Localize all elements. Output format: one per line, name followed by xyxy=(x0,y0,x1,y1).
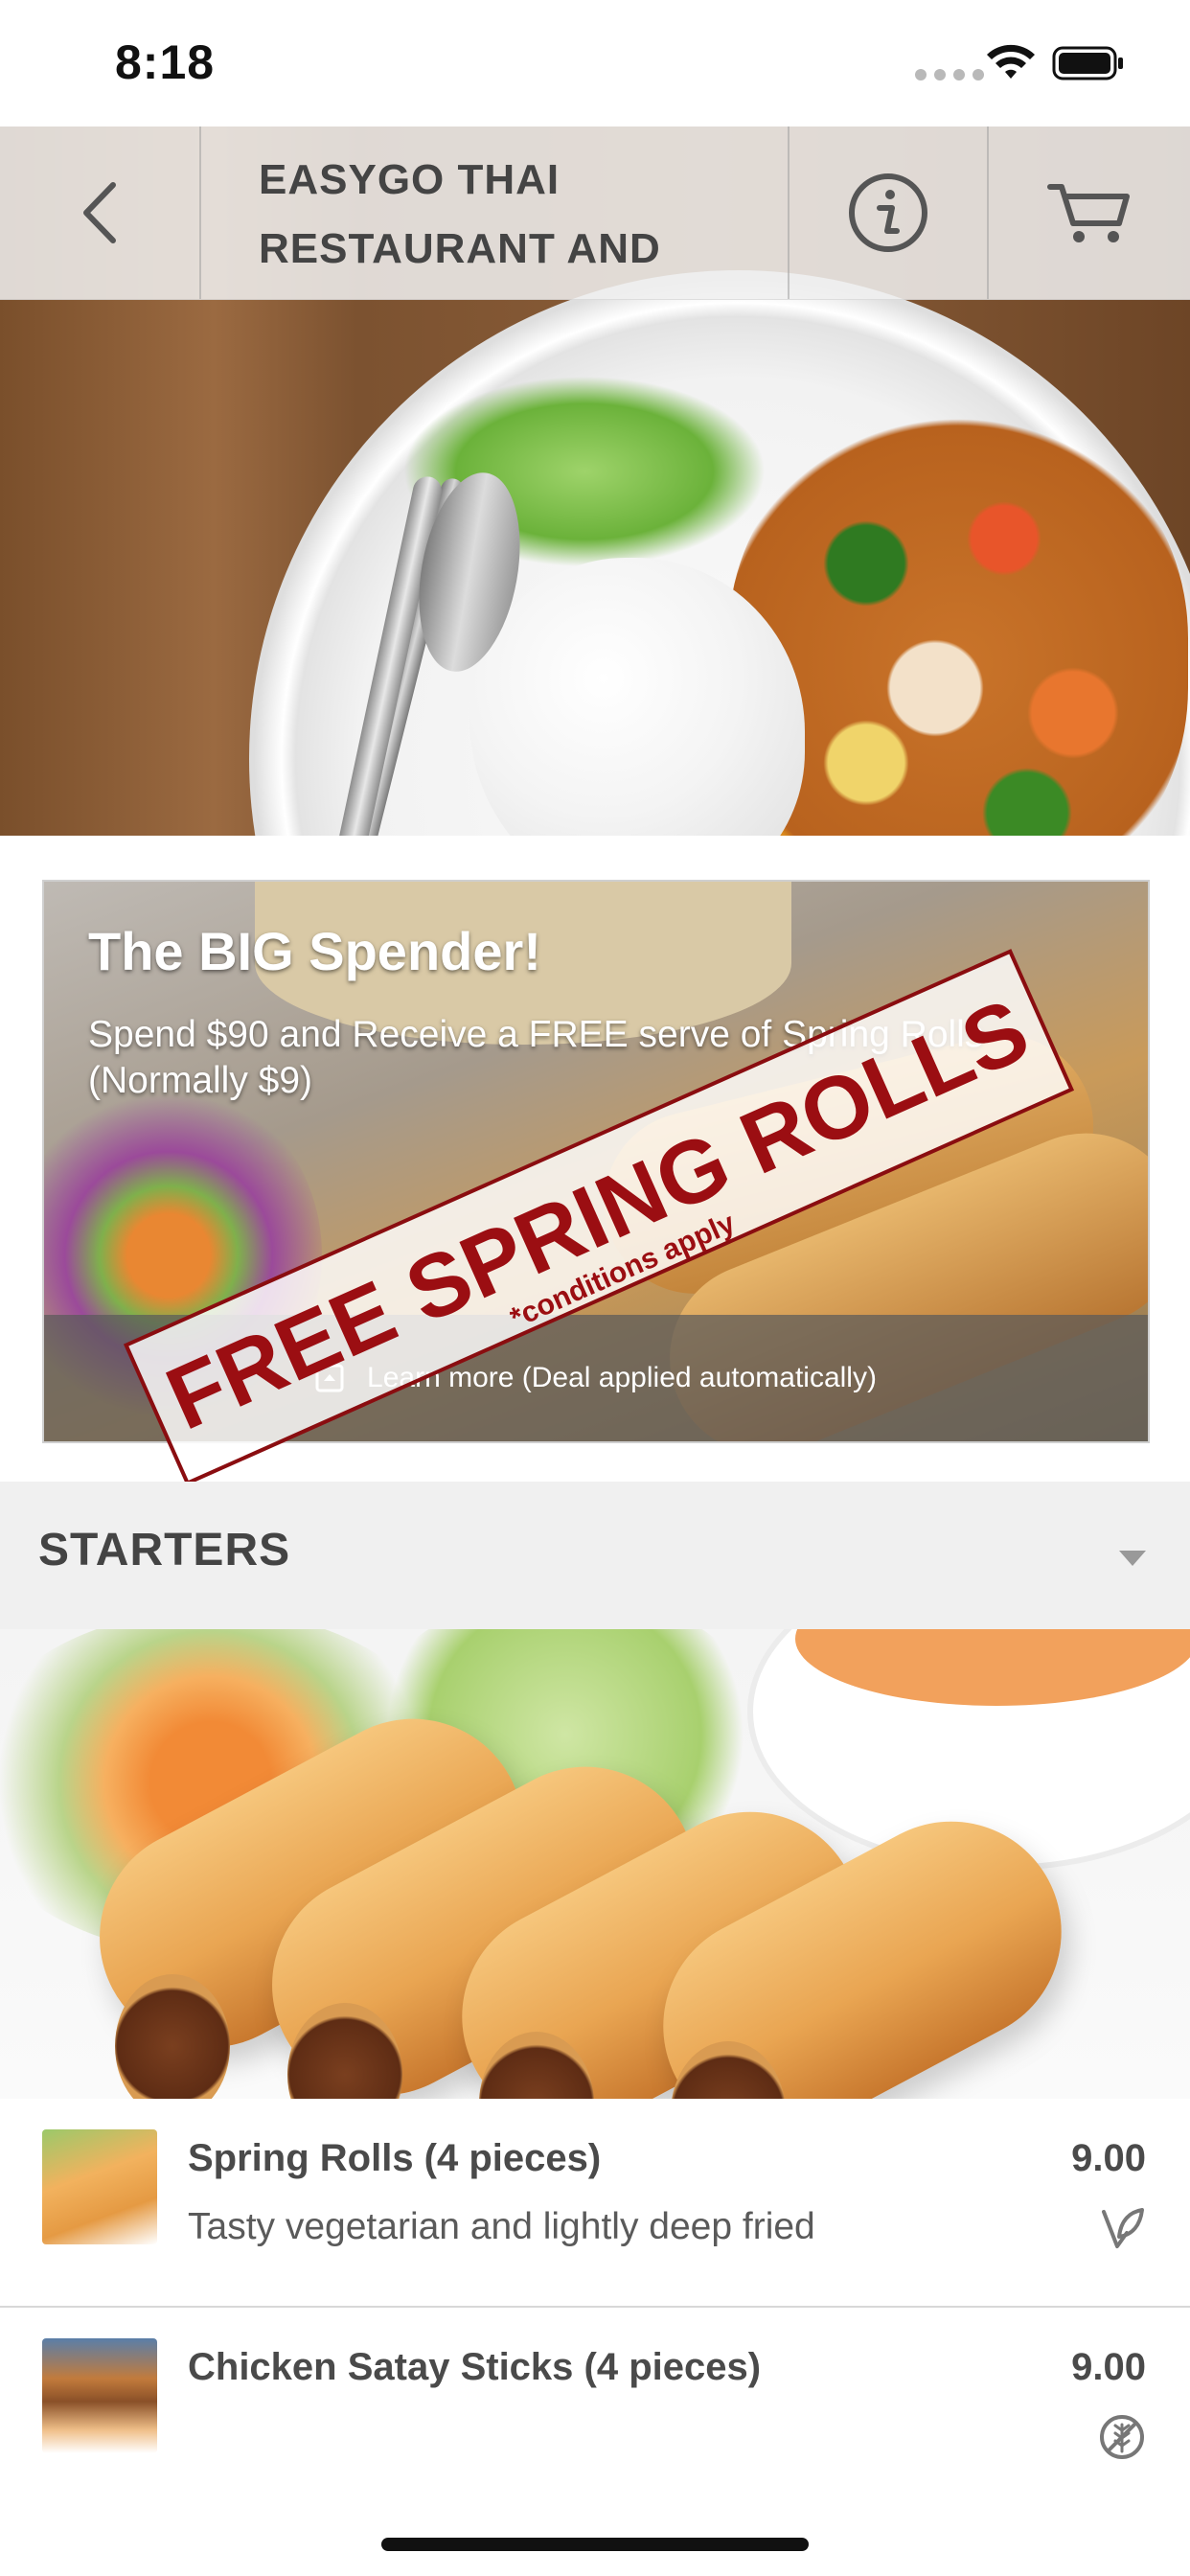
navigation-bar: EASYGO THAI RESTAURANT AND xyxy=(0,126,1190,300)
free-spring-rolls-stamp: FREE SPRING ROLLS *conditions apply xyxy=(123,949,1075,1486)
status-bar: 8:18 xyxy=(0,0,1190,126)
item-thumbnail xyxy=(42,2338,157,2453)
chevron-left-icon xyxy=(83,182,116,243)
menu-item[interactable]: Spring Rolls (4 pieces) Tasty vegetarian… xyxy=(0,2099,1190,2306)
nav-divider xyxy=(199,126,201,299)
item-description: Tasty vegetarian and lightly deep fried xyxy=(188,2206,815,2247)
home-indicator[interactable] xyxy=(381,2538,809,2551)
battery-icon xyxy=(1052,46,1123,80)
item-name: Chicken Satay Sticks (4 pieces) xyxy=(188,2346,762,2388)
item-thumbnail xyxy=(42,2129,157,2244)
restaurant-title-line1: EASYGO THAI xyxy=(259,156,561,203)
item-price: 9.00 xyxy=(1071,2137,1146,2179)
cart-icon xyxy=(1047,184,1130,242)
status-time: 8:18 xyxy=(115,35,216,89)
section-title: STARTERS xyxy=(38,1525,291,1576)
chevron-down-icon xyxy=(1119,1551,1146,1566)
cart-button[interactable] xyxy=(989,126,1190,299)
promo-title: The BIG Spender! xyxy=(88,921,541,981)
back-button[interactable] xyxy=(0,126,199,299)
vegetarian-leaf-icon xyxy=(1102,2208,1144,2248)
info-button[interactable] xyxy=(790,126,987,299)
info-icon xyxy=(849,173,927,252)
item-price: 9.00 xyxy=(1071,2346,1146,2388)
item-name: Spring Rolls (4 pieces) xyxy=(188,2137,602,2179)
starters-image xyxy=(0,1629,1190,2099)
section-header-starters[interactable]: STARTERS xyxy=(0,1482,1190,1629)
wifi-icon xyxy=(987,44,1035,79)
cellular-signal-icon xyxy=(915,69,984,80)
restaurant-title-line2: RESTAURANT AND xyxy=(259,225,661,272)
menu-item[interactable]: Chicken Satay Sticks (4 pieces) 9.00 xyxy=(0,2308,1190,2499)
restaurant-title: EASYGO THAI RESTAURANT AND xyxy=(259,146,757,284)
gluten-free-icon xyxy=(1100,2415,1144,2459)
